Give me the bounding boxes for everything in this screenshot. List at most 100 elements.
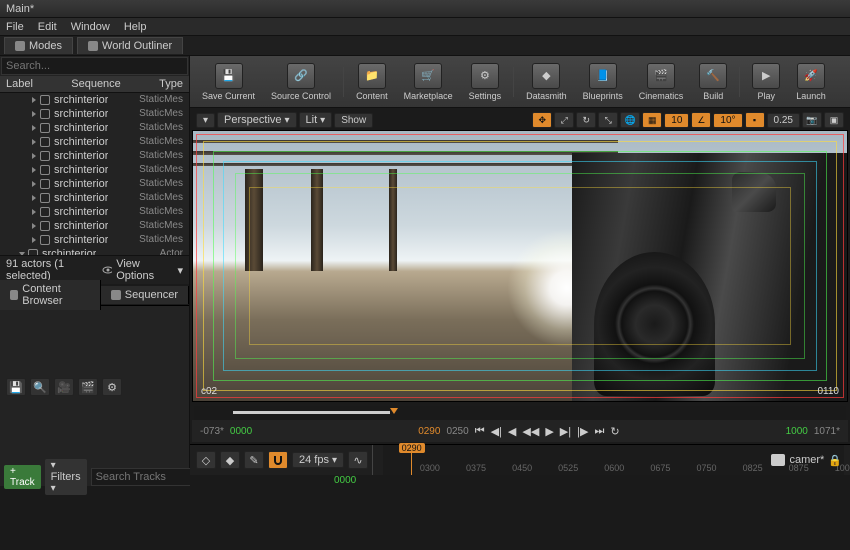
step-back-button[interactable]: ◀ bbox=[508, 425, 516, 438]
seq-curves-panel-button[interactable]: ∿ bbox=[348, 451, 368, 469]
actor-name: srchinterior bbox=[54, 94, 108, 106]
outliner-row[interactable]: srchinteriorStaticMes bbox=[0, 121, 189, 135]
range-out[interactable]: 1000 bbox=[786, 426, 808, 437]
outliner-row[interactable]: srchinteriorStaticMes bbox=[0, 93, 189, 107]
scale-snap-button[interactable]: ▪ bbox=[745, 112, 765, 128]
loop-button[interactable]: ↻ bbox=[610, 425, 619, 438]
menu-edit[interactable]: Edit bbox=[38, 21, 57, 33]
seq-curve-button[interactable]: ◇ bbox=[196, 451, 216, 469]
seq-settings-button[interactable]: ⚙ bbox=[102, 378, 122, 396]
outliner-row[interactable]: srchinteriorStaticMes bbox=[0, 163, 189, 177]
save-button[interactable]: 💾Save Current bbox=[198, 61, 259, 103]
tab-modes[interactable]: Modes bbox=[4, 37, 73, 54]
grid-snap-button[interactable]: ▦ bbox=[642, 112, 662, 128]
scale-snap-value[interactable]: 0.25 bbox=[767, 113, 800, 128]
perspective-button[interactable]: Perspective ▾ bbox=[217, 112, 297, 128]
range-in[interactable]: 0000 bbox=[230, 426, 252, 437]
seq-render-button[interactable]: 🎬 bbox=[78, 378, 98, 396]
col-type[interactable]: Type bbox=[159, 78, 183, 90]
datasmith-button[interactable]: ◆Datasmith bbox=[522, 61, 571, 103]
lit-mode-button[interactable]: Lit ▾ bbox=[299, 112, 333, 128]
actor-icon bbox=[40, 207, 50, 217]
col-sequence[interactable]: Sequence bbox=[71, 78, 121, 90]
actor-type: StaticMes bbox=[139, 108, 183, 120]
range-end[interactable]: 1071* bbox=[814, 426, 840, 437]
step-forward-button[interactable]: ▶| bbox=[560, 425, 571, 438]
viewport-menu-button[interactable]: ▾ bbox=[196, 113, 215, 128]
filters-button[interactable]: ▾ Filters ▾ bbox=[45, 459, 87, 495]
outliner-row[interactable]: srchinteriorStaticMes bbox=[0, 135, 189, 149]
outliner-list[interactable]: srchinteriorStaticMessrchinteriorStaticM… bbox=[0, 93, 189, 255]
tab-world-outliner[interactable]: World Outliner bbox=[77, 37, 183, 54]
tab-content-browser[interactable]: Content Browser bbox=[0, 280, 101, 310]
track-controls: + Track ▾ Filters ▾ bbox=[0, 468, 189, 486]
play-button[interactable]: ▶Play bbox=[748, 61, 784, 103]
seq-search-button[interactable]: 🔍 bbox=[30, 378, 50, 396]
content-button[interactable]: 📁Content bbox=[352, 61, 392, 103]
seq-save-button[interactable]: 💾 bbox=[6, 378, 26, 396]
actor-type: StaticMes bbox=[139, 178, 183, 190]
transform-translate-button[interactable]: ⤢ bbox=[554, 112, 574, 128]
outliner-row[interactable]: srchinteriorActor bbox=[0, 247, 189, 255]
show-button[interactable]: Show bbox=[334, 113, 373, 128]
goto-start-button[interactable]: ⏮ bbox=[475, 425, 485, 438]
outliner-row[interactable]: srchinteriorStaticMes bbox=[0, 149, 189, 163]
toolbar-label: Content bbox=[356, 91, 388, 101]
seq-autokey-button[interactable]: ✎ bbox=[244, 451, 264, 469]
outliner-row[interactable]: srchinteriorStaticMes bbox=[0, 233, 189, 247]
grid-snap-value[interactable]: 10 bbox=[664, 113, 689, 128]
market-button[interactable]: 🛒Marketplace bbox=[400, 61, 457, 103]
scrub-bar[interactable] bbox=[194, 406, 846, 420]
outliner-row[interactable]: srchinteriorStaticMes bbox=[0, 205, 189, 219]
view-options-button[interactable]: View Options ▾ bbox=[102, 258, 183, 282]
play-reverse-button[interactable]: ◀◀ bbox=[522, 425, 539, 438]
step-forward-keyframe-button[interactable]: |▶ bbox=[577, 425, 588, 438]
outliner-row[interactable]: srchinteriorStaticMes bbox=[0, 107, 189, 121]
settings-button[interactable]: ⚙Settings bbox=[465, 61, 506, 103]
current-frame[interactable]: 0290 bbox=[418, 426, 440, 437]
maximize-viewport-button[interactable]: ▣ bbox=[824, 112, 844, 128]
coord-space-button[interactable]: 🌐 bbox=[620, 112, 640, 128]
lock-icon[interactable]: 🔒 bbox=[828, 454, 842, 467]
menu-window[interactable]: Window bbox=[71, 21, 110, 33]
timeline-tick: 0675 bbox=[650, 463, 670, 473]
content-browser-icon bbox=[10, 290, 18, 300]
angle-snap-value[interactable]: 10° bbox=[713, 113, 742, 128]
playhead-marker[interactable] bbox=[390, 408, 398, 414]
blueprint-button[interactable]: 📘Blueprints bbox=[579, 61, 627, 103]
camera-speed-button[interactable]: 📷 bbox=[802, 112, 822, 128]
actor-name: srchinterior bbox=[54, 164, 108, 176]
viewport[interactable]: c02 0110 bbox=[192, 130, 848, 402]
camera-icon[interactable] bbox=[771, 454, 785, 466]
seq-snap-button[interactable] bbox=[268, 451, 288, 469]
tab-sequencer[interactable]: Sequencer bbox=[101, 286, 189, 304]
seq-fps-button[interactable]: 24 fps ▾ bbox=[292, 452, 344, 468]
angle-snap-button[interactable]: ∠ bbox=[691, 112, 711, 128]
outliner-search-input[interactable] bbox=[1, 57, 188, 75]
outliner-row[interactable]: srchinteriorStaticMes bbox=[0, 177, 189, 191]
outliner-row[interactable]: srchinteriorStaticMes bbox=[0, 219, 189, 233]
menu-help[interactable]: Help bbox=[124, 21, 147, 33]
outliner-row[interactable]: srchinteriorStaticMes bbox=[0, 191, 189, 205]
col-label[interactable]: Label bbox=[6, 78, 33, 90]
camera-name[interactable]: camer* bbox=[789, 454, 824, 466]
range-start[interactable]: -073* bbox=[200, 426, 224, 437]
seq-key-button[interactable]: ◆ bbox=[220, 451, 240, 469]
timeline-in[interactable]: 0000 bbox=[334, 475, 356, 486]
transform-scale-button[interactable]: ⤡ bbox=[598, 112, 618, 128]
tab-cb-label: Content Browser bbox=[22, 283, 90, 307]
launch-button[interactable]: 🚀Launch bbox=[792, 61, 830, 103]
timeline-playhead[interactable]: 0290 bbox=[411, 445, 412, 475]
transform-rotate-button[interactable]: ↻ bbox=[576, 112, 596, 128]
seq-camera-button[interactable]: 🎥 bbox=[54, 378, 74, 396]
step-back-keyframe-button[interactable]: ◀| bbox=[491, 425, 502, 438]
play-button[interactable]: ▶ bbox=[545, 425, 553, 438]
goto-end-button[interactable]: ⏭ bbox=[594, 425, 604, 438]
build-button[interactable]: 🔨Build bbox=[695, 61, 731, 103]
add-track-button[interactable]: + Track bbox=[4, 465, 41, 489]
source-button[interactable]: 🔗Source Control bbox=[267, 61, 335, 103]
menu-file[interactable]: File bbox=[6, 21, 24, 33]
cinema-button[interactable]: 🎬Cinematics bbox=[635, 61, 688, 103]
transform-select-button[interactable]: ✥ bbox=[532, 112, 552, 128]
toolbar-label: Settings bbox=[469, 91, 502, 101]
